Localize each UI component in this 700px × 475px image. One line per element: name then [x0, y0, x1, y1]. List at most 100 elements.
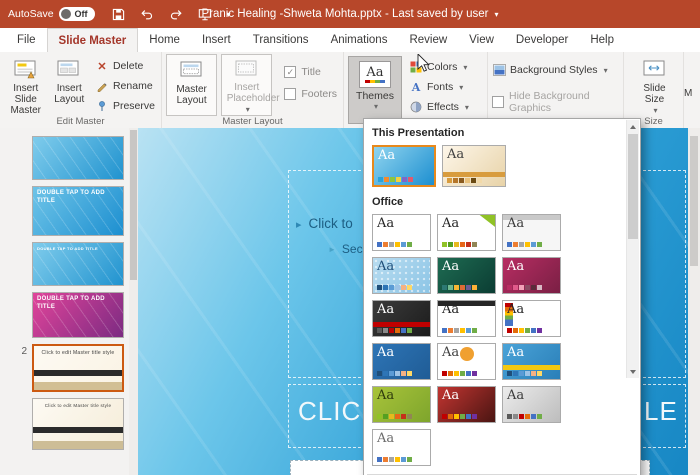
slide-master-thumbnail[interactable]: Click to edit Master title style	[32, 398, 124, 450]
color-swatch	[407, 457, 412, 462]
master-layout-button[interactable]: Master Layout	[166, 54, 217, 116]
footers-checkbox[interactable]	[284, 88, 296, 100]
tab-file[interactable]: File	[6, 28, 47, 52]
color-swatch	[519, 414, 524, 419]
color-swatch	[389, 414, 394, 419]
color-swatch	[401, 285, 406, 290]
title-checkbox[interactable]: ✓	[284, 66, 296, 78]
theme-thumbnail[interactable]: Aa	[437, 386, 496, 423]
background-group: Background Styles ▾ Hide Background Grap…	[488, 52, 624, 128]
themes-menu-scrollbar[interactable]	[626, 120, 639, 378]
fonts-button[interactable]: A Fonts ▾	[405, 78, 473, 96]
theme-thumbnail[interactable]: Aa	[442, 145, 506, 187]
rename-button[interactable]: Rename	[91, 76, 159, 96]
theme-thumbnail[interactable]: Aa	[502, 214, 561, 251]
hide-background-graphics-checkbox[interactable]	[492, 96, 504, 108]
autosave-control[interactable]: AutoSave Off	[8, 7, 95, 21]
theme-thumbnail[interactable]: Aa	[372, 429, 431, 466]
tab-transitions[interactable]: Transitions	[242, 28, 320, 52]
theme-thumbnail[interactable]: Aa	[372, 257, 431, 294]
hide-background-graphics-row[interactable]: Hide Background Graphics	[492, 90, 619, 114]
theme-thumbnail[interactable]: Aa	[372, 300, 431, 337]
color-swatch	[537, 285, 542, 290]
theme-decoration	[460, 347, 474, 361]
tab-home[interactable]: Home	[138, 28, 191, 52]
theme-aa-label: Aa	[377, 302, 394, 318]
content-text-line2[interactable]: ►Sec	[328, 242, 363, 256]
content-text-line1[interactable]: ▸Click to	[296, 216, 353, 231]
tab-view[interactable]: View	[458, 28, 505, 52]
scroll-down-button[interactable]	[627, 365, 639, 378]
color-swatch	[401, 414, 406, 419]
themes-button[interactable]: Aa Themes ▾	[348, 56, 402, 124]
theme-thumbnail[interactable]: Aa	[437, 343, 496, 380]
title-checkbox-row[interactable]: ✓ Title	[284, 66, 337, 78]
thumbnail-row: DOUBLE TAP TO ADD TITLE	[0, 292, 129, 338]
theme-thumbnail[interactable]: Aa	[502, 343, 561, 380]
tab-animations[interactable]: Animations	[320, 28, 399, 52]
theme-thumbnail[interactable]: Aa	[502, 257, 561, 294]
tab-review[interactable]: Review	[398, 28, 458, 52]
themes-scrollbar-thumb[interactable]	[628, 134, 638, 239]
slide-size-button[interactable]: Slide Size ▾	[629, 54, 681, 116]
insert-layout-button[interactable]: Insert Layout	[47, 54, 90, 116]
theme-decoration	[373, 322, 430, 327]
clipped-ribbon-button[interactable]: M	[684, 52, 697, 128]
slide-master-thumbnail[interactable]: Click to edit Master title style	[32, 344, 124, 392]
slide-master-thumbnail[interactable]: DOUBLE TAP TO ADD TITLE	[32, 292, 124, 338]
theme-thumbnail[interactable]: Aa	[502, 300, 561, 337]
slide-size-icon	[643, 57, 667, 81]
theme-thumbnail[interactable]: Aa	[372, 214, 431, 251]
rename-label: Rename	[113, 80, 153, 92]
insert-placeholder-button[interactable]: Insert Placeholder ▾	[221, 54, 272, 116]
slide-master-thumbnail[interactable]: DOUBLE TAP TO ADD TITLE	[32, 242, 124, 286]
redo-icon[interactable]	[169, 7, 184, 22]
section-office: Office	[372, 196, 620, 208]
editor-scrollbar-thumb[interactable]	[690, 136, 698, 266]
editor-scrollbar[interactable]	[688, 128, 700, 475]
theme-aa-label: Aa	[447, 147, 464, 163]
theme-aa-label: Aa	[442, 388, 459, 404]
thumbnail-row: DOUBLE TAP TO ADD TITLE	[0, 186, 129, 236]
color-swatch	[472, 414, 477, 419]
color-swatch	[395, 242, 400, 247]
color-swatch	[454, 285, 459, 290]
tab-help[interactable]: Help	[579, 28, 625, 52]
thumbnail-row	[0, 136, 129, 180]
color-swatch	[377, 328, 382, 333]
thumbnail-scrollbar-thumb[interactable]	[130, 130, 137, 280]
theme-thumbnail[interactable]: Aa	[437, 257, 496, 294]
delete-button[interactable]: ✕ Delete	[91, 56, 159, 76]
theme-thumbnail[interactable]: Aa	[502, 386, 561, 423]
tab-insert[interactable]: Insert	[191, 28, 242, 52]
fonts-label: Fonts	[427, 81, 453, 93]
save-icon[interactable]	[111, 7, 126, 22]
edit-master-group: Insert Slide Master Insert Layout ✕ Dele…	[0, 52, 162, 128]
slide-master-thumbnail[interactable]: DOUBLE TAP TO ADD TITLE	[32, 186, 124, 236]
footers-checkbox-row[interactable]: Footers	[284, 88, 337, 100]
tab-developer[interactable]: Developer	[505, 28, 579, 52]
preserve-button[interactable]: Preserve	[91, 96, 159, 116]
colors-button[interactable]: Colors ▾	[405, 58, 473, 76]
theme-thumbnail[interactable]: Aa	[437, 300, 496, 337]
colors-icon	[409, 60, 423, 74]
title-chevron-icon[interactable]: ▾	[495, 10, 499, 19]
scroll-up-button[interactable]	[627, 120, 639, 133]
theme-thumbnail[interactable]: Aa	[372, 145, 436, 187]
theme-thumbnail[interactable]: Aa	[372, 343, 431, 380]
insert-slide-master-button[interactable]: Insert Slide Master	[4, 54, 47, 116]
slideshow-icon[interactable]	[198, 7, 213, 22]
tab-slide-master[interactable]: Slide Master	[47, 28, 139, 52]
undo-icon[interactable]	[140, 7, 155, 22]
theme-aa-label: Aa	[442, 302, 459, 318]
slide-master-thumbnail[interactable]	[32, 136, 124, 180]
theme-thumbnail[interactable]: Aa	[372, 386, 431, 423]
effects-button[interactable]: Effects ▾	[405, 98, 473, 116]
thumbnail-panel-scrollbar[interactable]	[129, 128, 138, 475]
color-swatch	[507, 371, 512, 376]
autosave-toggle[interactable]: Off	[59, 7, 95, 21]
background-styles-button[interactable]: Background Styles ▾	[492, 60, 619, 80]
master-title-text-right[interactable]: LE	[644, 396, 678, 427]
quick-access-chevron-icon[interactable]: ▾	[227, 10, 231, 19]
theme-thumbnail[interactable]: Aa	[437, 214, 496, 251]
